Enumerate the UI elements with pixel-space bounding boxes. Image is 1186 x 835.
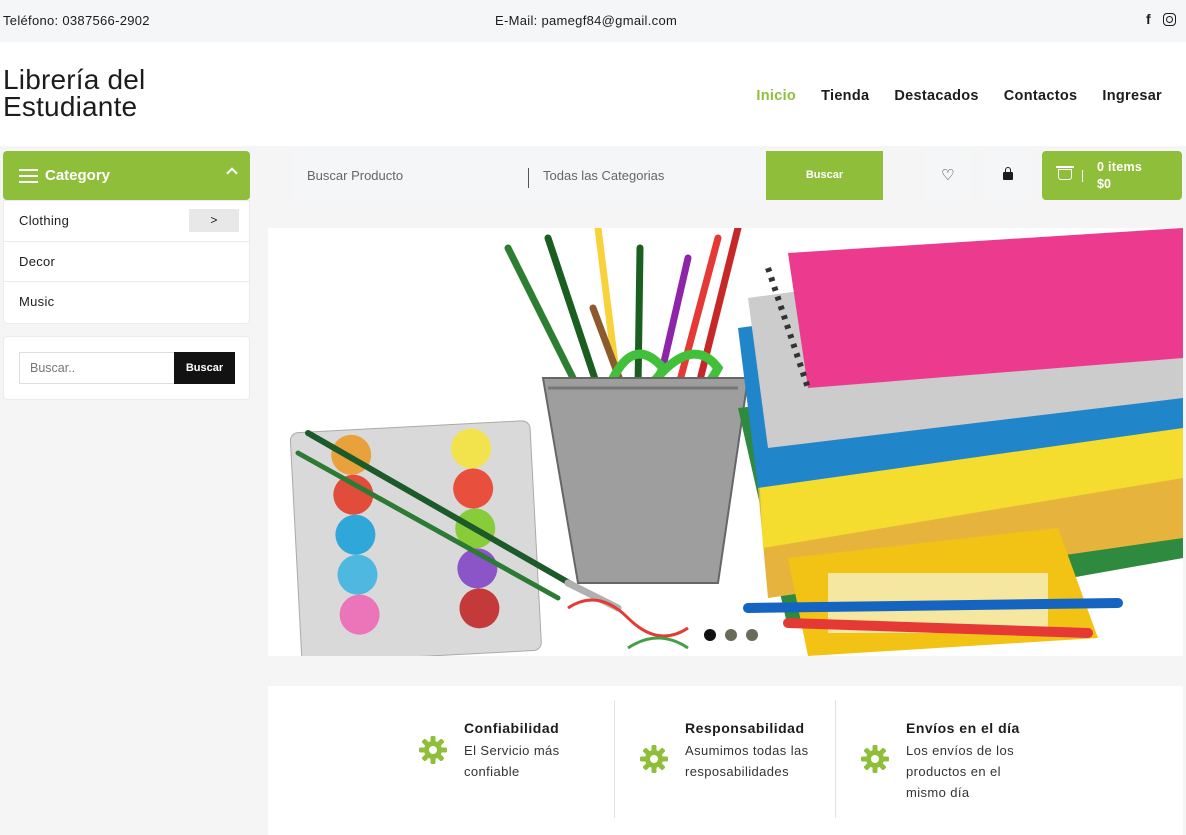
search-input[interactable]: Buscar Producto xyxy=(307,168,403,183)
sidebar-search: Buscar.. Buscar xyxy=(3,336,250,400)
nav-inicio[interactable]: Inicio xyxy=(756,88,796,104)
cart-total: $0 xyxy=(1097,177,1111,191)
lock-icon xyxy=(1003,167,1013,180)
category-list: Clothing > Decor Music xyxy=(3,200,250,324)
slider-dot-2[interactable] xyxy=(725,629,737,641)
feature-responsabilidad: Responsabilidad Asumimos todas las respo… xyxy=(685,720,885,782)
site-logo[interactable]: Librería del Estudiante xyxy=(3,64,203,122)
product-search-bar: Buscar Producto Todas las Categorias Bus… xyxy=(291,151,883,200)
category-menu-toggle[interactable]: Category xyxy=(3,151,250,200)
watercolor-palette xyxy=(289,420,542,656)
wishlist-button[interactable]: ♡ xyxy=(924,151,973,200)
email-text: E-Mail: pamegf84@gmail.com xyxy=(495,13,678,28)
chevron-up-icon xyxy=(226,167,238,179)
feature-title: Envíos en el día xyxy=(906,720,1020,736)
facebook-icon[interactable]: f xyxy=(1146,11,1151,27)
nav-ingresar[interactable]: Ingresar xyxy=(1102,88,1162,104)
category-label: Clothing xyxy=(19,213,70,228)
feature-title: Responsabilidad xyxy=(685,720,805,736)
cart-items-count: 0 items xyxy=(1097,160,1143,174)
category-item-clothing[interactable]: Clothing > xyxy=(4,201,249,242)
hero-image-school-supplies xyxy=(268,228,1183,656)
search-divider xyxy=(528,168,529,188)
search-button[interactable]: Buscar xyxy=(766,151,883,200)
top-bar: Teléfono: 0387566-2902 E-Mail: pamegf84@… xyxy=(0,0,1186,42)
feature-confiabilidad: Confiabilidad El Servicio más confiable xyxy=(464,720,664,782)
feature-text: Los envíos de los productos en el mismo … xyxy=(906,743,1014,800)
site-header: Librería del Estudiante Inicio Tienda De… xyxy=(0,42,1186,146)
category-label: Music xyxy=(19,294,55,309)
features-section: Confiabilidad El Servicio más confiable … xyxy=(268,686,1183,835)
main-nav: Inicio Tienda Destacados Contactos Ingre… xyxy=(756,88,1162,104)
instagram-icon[interactable] xyxy=(1163,12,1176,26)
gear-icon xyxy=(640,745,668,773)
cart-separator xyxy=(1082,170,1083,182)
feature-envios: Envíos en el día Los envíos de los produ… xyxy=(906,720,1106,803)
feature-divider xyxy=(614,700,615,818)
menu-icon xyxy=(19,169,38,187)
gear-icon xyxy=(419,736,447,764)
feature-text: El Servicio más confiable xyxy=(464,743,560,779)
nav-contactos[interactable]: Contactos xyxy=(1004,88,1078,104)
submenu-arrow-icon[interactable]: > xyxy=(189,209,239,232)
slider-dot-1[interactable] xyxy=(704,629,716,641)
category-label: Decor xyxy=(19,253,56,269)
feature-title: Confiabilidad xyxy=(464,720,560,736)
slider-dot-3[interactable] xyxy=(746,629,758,641)
logo-line-2: Estudiante xyxy=(3,91,138,122)
gear-icon xyxy=(861,745,889,773)
category-menu-title: Category xyxy=(45,167,111,184)
category-select[interactable]: Todas las Categorias xyxy=(543,168,664,183)
logo-line-1: Librería del xyxy=(3,64,146,95)
slider-dots xyxy=(704,629,758,641)
feature-text: Asumimos todas las resposabilidades xyxy=(685,743,809,779)
sidebar-search-input[interactable]: Buscar.. xyxy=(19,352,175,384)
cart-button[interactable]: 0 items $0 xyxy=(1042,151,1182,200)
nav-destacados[interactable]: Destacados xyxy=(894,88,978,104)
heart-icon: ♡ xyxy=(941,167,955,184)
sidebar-search-button[interactable]: Buscar xyxy=(174,352,235,384)
nav-tienda[interactable]: Tienda xyxy=(821,88,869,104)
category-item-decor[interactable]: Decor xyxy=(4,242,249,282)
basket-icon xyxy=(1056,166,1074,180)
feature-divider xyxy=(835,700,836,818)
social-links: f xyxy=(1146,11,1176,27)
hero-slider[interactable] xyxy=(268,228,1183,656)
account-button[interactable] xyxy=(983,151,1032,200)
category-item-music[interactable]: Music xyxy=(4,282,249,323)
phone-text: Teléfono: 0387566-2902 xyxy=(3,13,150,28)
